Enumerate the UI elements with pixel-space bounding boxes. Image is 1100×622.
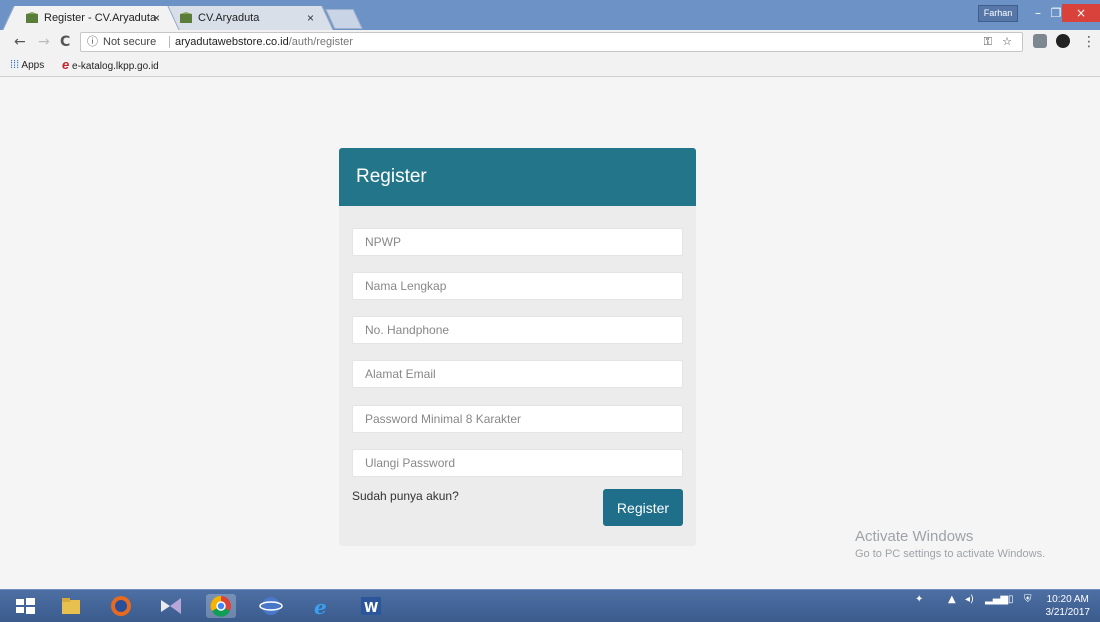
windows-start-icon[interactable] bbox=[12, 594, 38, 618]
apps-grid-icon: ⁞⁞⁞ bbox=[10, 59, 20, 71]
network-app-icon[interactable] bbox=[256, 594, 286, 618]
tab-register[interactable]: Register - CV.Aryaduta × bbox=[16, 6, 166, 30]
site-favicon-icon bbox=[180, 12, 192, 23]
tab-title: CV.Aryaduta bbox=[198, 12, 260, 24]
tab-close-icon[interactable]: × bbox=[153, 6, 160, 30]
tray-shield-icon[interactable]: ⛨ bbox=[1024, 594, 1032, 605]
visual-studio-icon[interactable] bbox=[156, 594, 186, 618]
npwp-field[interactable] bbox=[352, 228, 683, 256]
tab-title: Register - CV.Aryaduta bbox=[44, 12, 157, 24]
reload-button[interactable]: C bbox=[60, 33, 70, 51]
bookmarks-bar: ⁞⁞⁞ Apps e e-katalog.lkpp.go.id bbox=[0, 54, 1100, 77]
key-icon[interactable]: ⚿ bbox=[984, 33, 992, 51]
register-card: Register Sudah punya akun? Register bbox=[339, 148, 696, 546]
full-name-field[interactable] bbox=[352, 272, 683, 300]
register-button[interactable]: Register bbox=[603, 489, 683, 526]
close-window-button[interactable]: × bbox=[1062, 4, 1100, 22]
chrome-icon[interactable] bbox=[206, 594, 236, 618]
watermark-title: Activate Windows bbox=[855, 528, 974, 545]
tab-close-icon[interactable]: × bbox=[307, 6, 314, 30]
browser-titlebar: Register - CV.Aryaduta × CV.Aryaduta × F… bbox=[0, 0, 1100, 30]
firefox-icon[interactable] bbox=[106, 594, 136, 618]
tray-volume-icon[interactable]: ◂) bbox=[965, 594, 974, 605]
address-separator bbox=[169, 36, 170, 48]
forward-button[interactable]: → bbox=[38, 33, 50, 51]
file-explorer-icon[interactable] bbox=[56, 594, 86, 618]
clock-time: 10:20 AM bbox=[1046, 594, 1089, 605]
word-icon[interactable]: W bbox=[356, 594, 386, 618]
taskbar-clock[interactable]: 10:20 AM 3/21/2017 bbox=[1046, 593, 1091, 619]
tray-network-icon[interactable]: ✦ bbox=[915, 594, 923, 605]
back-button[interactable]: ← bbox=[14, 33, 26, 51]
internet-explorer-icon[interactable]: e bbox=[306, 594, 336, 618]
url-host: aryadutawebstore.co.id bbox=[175, 36, 289, 48]
windows-taskbar: e W ✦ ▲ ◂) ▂▄▆ ▯ ⛨ 10:20 AM 3/21/2017 bbox=[0, 589, 1100, 622]
security-label: Not secure bbox=[103, 36, 157, 48]
url-text: aryadutawebstore.co.id/auth/register bbox=[175, 33, 353, 51]
info-icon[interactable]: ⓘ bbox=[87, 33, 98, 51]
extension-icon[interactable] bbox=[1033, 34, 1047, 48]
page-content: Register Sudah punya akun? Register Acti… bbox=[0, 77, 1100, 589]
address-bar[interactable]: ⓘ Not secure aryadutawebstore.co.id/auth… bbox=[80, 32, 1023, 52]
watermark-subtitle: Go to PC settings to activate Windows. bbox=[855, 548, 1046, 560]
apps-label: Apps bbox=[21, 60, 45, 71]
clock-date: 3/21/2017 bbox=[1045, 607, 1091, 618]
tray-signal-icon[interactable]: ▂▄▆ bbox=[985, 594, 1008, 605]
profile-button[interactable]: Farhan bbox=[978, 5, 1018, 22]
password-repeat-field[interactable] bbox=[352, 449, 683, 477]
register-title: Register bbox=[339, 148, 696, 206]
bookmark-star-icon[interactable]: ☆ bbox=[1002, 33, 1012, 51]
url-path: /auth/register bbox=[288, 36, 353, 48]
browser-toolbar: ← → C ⓘ Not secure aryadutawebstore.co.i… bbox=[0, 30, 1100, 54]
apps-bookmark[interactable]: ⁞⁞⁞ Apps bbox=[10, 54, 44, 77]
extension-gauge-icon[interactable] bbox=[1056, 34, 1070, 48]
bookmark-label: e-katalog.lkpp.go.id bbox=[72, 61, 159, 72]
site-favicon-icon bbox=[26, 12, 38, 23]
password-field[interactable] bbox=[352, 405, 683, 433]
ie-e-icon: e bbox=[62, 57, 70, 72]
tray-battery-icon[interactable]: ▯ bbox=[1008, 594, 1014, 605]
menu-kebab-icon[interactable]: ⋮ bbox=[1082, 33, 1096, 51]
activate-windows-watermark: Activate Windows Go to PC settings to ac… bbox=[855, 528, 1045, 560]
phone-field[interactable] bbox=[352, 316, 683, 344]
svg-text:W: W bbox=[364, 601, 378, 616]
email-field[interactable] bbox=[352, 360, 683, 388]
tab-aryaduta[interactable]: CV.Aryaduta × bbox=[170, 6, 320, 30]
svg-text:e: e bbox=[314, 595, 327, 618]
login-link[interactable]: Sudah punya akun? bbox=[352, 489, 459, 503]
bookmark-item-ekatalog[interactable]: e e-katalog.lkpp.go.id bbox=[62, 54, 159, 78]
tray-expand-icon[interactable]: ▲ bbox=[948, 594, 956, 605]
